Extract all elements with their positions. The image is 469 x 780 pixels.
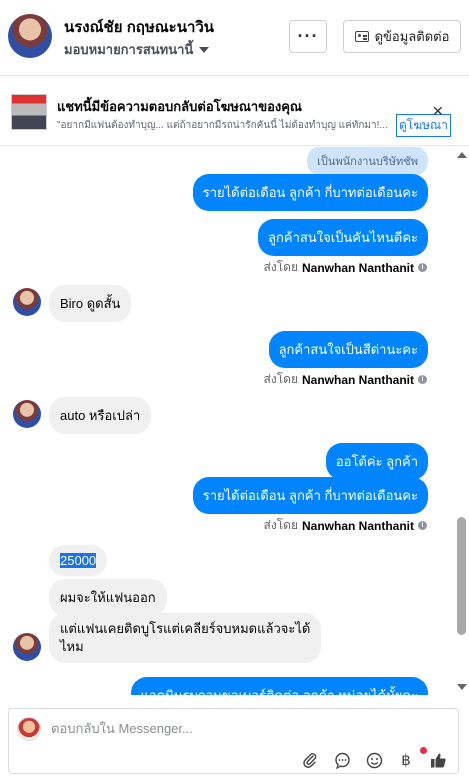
notification-dot: [420, 747, 427, 754]
conversation-header: นรงณ์ชัย กฤษณะนาวิน มอบหมายการสนทนานี้ ·…: [0, 0, 469, 76]
scroll-down-arrow-icon[interactable]: [457, 684, 467, 690]
caret-down-icon: [199, 46, 210, 53]
outgoing-message: ลูกค้าสนใจเป็นคันไหนดีคะ: [258, 219, 428, 256]
outgoing-message: ออโต้ค่ะ ลูกค้า: [325, 443, 428, 480]
outgoing-message: แอดมินรบกวนขอเบอร์ติดต่อ ลูกค้า หน่อยได้…: [130, 677, 428, 695]
message-text: แต่แฟนเคยติดบูโรแต่เคลียร์จบหมดแล้วจะได้: [60, 621, 311, 636]
view-contact-info-button[interactable]: ดูข้อมูลติดต่อ: [343, 20, 461, 53]
incoming-message: auto หรือเปล่า: [49, 397, 152, 434]
sent-by-label: ส่งโดย Nanwhan Nanthanit i: [264, 258, 427, 277]
message-text: หรือเปล่า: [85, 408, 141, 423]
thumbs-up-icon[interactable]: [429, 751, 447, 769]
sender-name: Nanwhan Nanthanit: [301, 260, 414, 275]
more-options-button[interactable]: ···: [289, 20, 327, 53]
contact-avatar[interactable]: [13, 288, 41, 316]
close-icon[interactable]: ✕: [432, 104, 444, 118]
incoming-message: ผมจะให้แฟนออก: [49, 579, 167, 616]
incoming-message: แต่แฟนเคยติดบูโรแต่เคลียร์จบหมดแล้วจะได้…: [49, 613, 322, 663]
ad-thumbnail: [11, 94, 47, 130]
outgoing-message: รายได้ต่อเดือน ลูกค้า กี่บาทต่อเดือนคะ: [192, 477, 428, 514]
message-thread[interactable]: เป็นพนักงานบริษัทชัพ รายได้ต่อเดือน ลูกค…: [0, 147, 454, 695]
scroll-up-arrow-icon[interactable]: [457, 152, 467, 158]
contact-name[interactable]: นรงณ์ชัย กฤษณะนาวิน: [64, 15, 214, 39]
info-icon[interactable]: i: [418, 521, 427, 530]
scrollbar-thumb[interactable]: [457, 517, 466, 635]
message-text: auto: [60, 408, 86, 423]
info-icon[interactable]: i: [418, 375, 427, 384]
thread-scrollbar[interactable]: [454, 147, 469, 695]
contact-avatar[interactable]: [8, 14, 52, 58]
smiley-icon[interactable]: [365, 751, 383, 769]
info-icon[interactable]: i: [418, 263, 427, 272]
baht-icon[interactable]: ฿: [397, 751, 415, 769]
contact-avatar[interactable]: [13, 400, 41, 428]
selected-text: 25000: [60, 553, 97, 568]
ad-banner-subtitle: "อยากมีแฟนต้องทำบุญ... แต่ถ้าอยากมีรถน่า…: [57, 120, 388, 131]
sender-name: Nanwhan Nanthanit: [301, 518, 414, 533]
ad-banner-title: แชทนี้มีข้อความตอบกลับต่อโฆษณาของคุณ: [57, 99, 302, 114]
outgoing-message: รายได้ต่อเดือน ลูกค้า กี่บาทต่อเดือนคะ: [192, 174, 428, 211]
sent-by-prefix: ส่งโดย: [263, 372, 298, 386]
chat-bubble-icon[interactable]: [333, 751, 351, 769]
outgoing-message: เป็นพนักงานบริษัทชัพ: [307, 147, 428, 176]
sent-by-prefix: ส่งโดย: [263, 518, 298, 532]
assign-conversation-dropdown[interactable]: มอบหมายการสนทนานี้: [64, 39, 210, 60]
assign-label: มอบหมายการสนทนานี้: [64, 42, 194, 57]
contact-avatar[interactable]: [13, 633, 41, 661]
paperclip-icon[interactable]: [301, 751, 319, 769]
sent-by-label: ส่งโดย Nanwhan Nanthanit i: [264, 370, 427, 389]
incoming-message: 25000: [49, 545, 108, 576]
sent-by-label: ส่งโดย Nanwhan Nanthanit i: [264, 516, 427, 535]
sent-by-prefix: ส่งโดย: [263, 260, 298, 274]
reply-input[interactable]: [51, 721, 431, 736]
incoming-message: Biro ดูดสั้น: [49, 285, 132, 322]
sender-name: Nanwhan Nanthanit: [301, 372, 414, 387]
ad-reply-banner: แชทนี้มีข้อความตอบกลับต่อโฆษณาของคุณ "อย…: [0, 76, 469, 146]
outgoing-message: ลูกค้าสนใจเป็นสีด่านะคะ: [268, 331, 428, 368]
reply-composer: ฿: [8, 708, 459, 774]
page-avatar: [17, 717, 41, 741]
message-text: ไหม: [60, 639, 84, 654]
contact-card-icon: [354, 31, 369, 42]
view-contact-info-label: ดูข้อมูลติดต่อ: [374, 29, 450, 44]
